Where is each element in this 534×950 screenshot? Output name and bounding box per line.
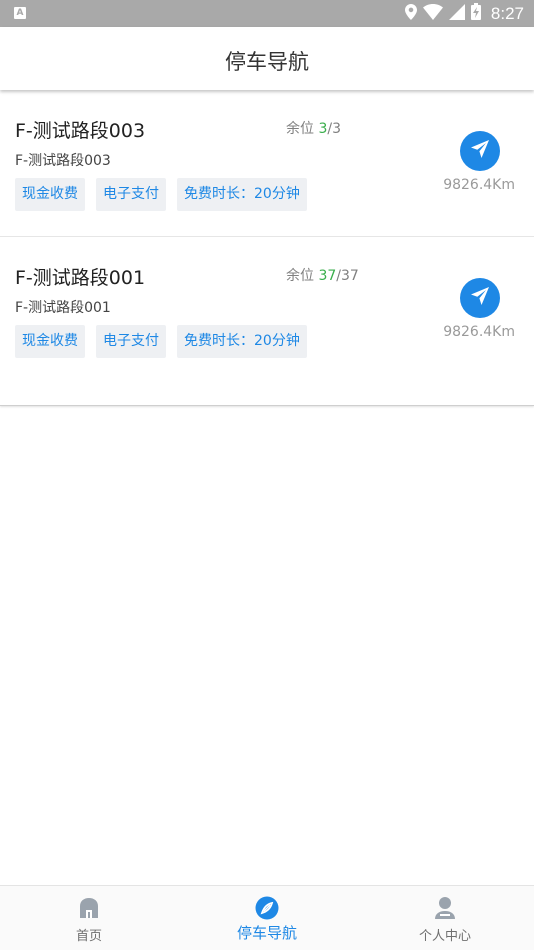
distance-text: 9826.4Km: [443, 324, 515, 340]
app-screen: A 8:27 停车导航 F-测试路段003 余位 3/3 F-测试路段003 现…: [0, 0, 534, 950]
parking-card[interactable]: F-测试路段003 余位 3/3 F-测试路段003 现金收费 电子支付 免费时…: [0, 90, 534, 236]
tab-parking-navigation-label: 停车导航: [236, 924, 297, 942]
tag-list: 现金收费 电子支付 免费时长：20分钟: [15, 178, 307, 211]
parking-address: F-测试路段001: [15, 300, 111, 316]
tag-cash-payment: 现金收费: [15, 325, 85, 358]
available-label: 余位: [286, 121, 314, 137]
tab-home-label: 首页: [75, 929, 102, 944]
compass-icon: [255, 896, 279, 920]
tab-parking-navigation[interactable]: 停车导航: [178, 886, 356, 950]
notification-badge: A: [14, 7, 26, 19]
battery-icon: [470, 3, 481, 24]
tag-electronic-payment: 电子支付: [96, 178, 166, 211]
distance-text: 9826.4Km: [443, 177, 515, 193]
tag-electronic-payment: 电子支付: [96, 325, 166, 358]
tab-profile-label: 个人中心: [418, 929, 471, 944]
paper-plane-icon: [470, 286, 490, 310]
person-icon: [433, 896, 457, 920]
available-spaces: 余位 37/37: [286, 265, 359, 285]
status-bar: A 8:27: [0, 0, 534, 27]
tag-free-duration: 免费时长：20分钟: [177, 178, 307, 211]
home-icon: [77, 896, 101, 920]
paper-plane-icon: [470, 139, 490, 163]
parking-address: F-测试路段003: [15, 153, 111, 169]
signal-icon: [448, 3, 465, 24]
tag-cash-payment: 现金收费: [15, 178, 85, 211]
available-total-count: /37: [336, 268, 359, 284]
tab-profile[interactable]: 个人中心: [356, 886, 534, 950]
parking-name: F-测试路段003: [15, 120, 146, 142]
available-free-count: 37: [318, 268, 337, 284]
status-time: 8:27: [490, 3, 524, 23]
available-label: 余位: [286, 268, 314, 284]
app-header: 停车导航: [0, 27, 534, 90]
available-total-count: /3: [327, 121, 341, 137]
tag-free-duration: 免费时长：20分钟: [177, 325, 307, 358]
parking-card[interactable]: F-测试路段001 余位 37/37 F-测试路段001 现金收费 电子支付 免…: [0, 236, 534, 382]
page-title: 停车导航: [225, 50, 309, 74]
status-icons: 8:27: [404, 0, 524, 27]
tab-home[interactable]: 首页: [0, 886, 178, 950]
parking-name: F-测试路段001: [15, 267, 146, 289]
navigate-button[interactable]: [460, 278, 500, 318]
available-spaces: 余位 3/3: [286, 118, 341, 138]
bottom-tab-bar: 首页 停车导航 个人中心: [0, 885, 534, 950]
navigate-button[interactable]: [460, 131, 500, 171]
tag-list: 现金收费 电子支付 免费时长：20分钟: [15, 325, 307, 358]
location-icon: [404, 3, 417, 24]
parking-list: F-测试路段003 余位 3/3 F-测试路段003 现金收费 电子支付 免费时…: [0, 90, 534, 406]
wifi-icon: [422, 3, 443, 24]
